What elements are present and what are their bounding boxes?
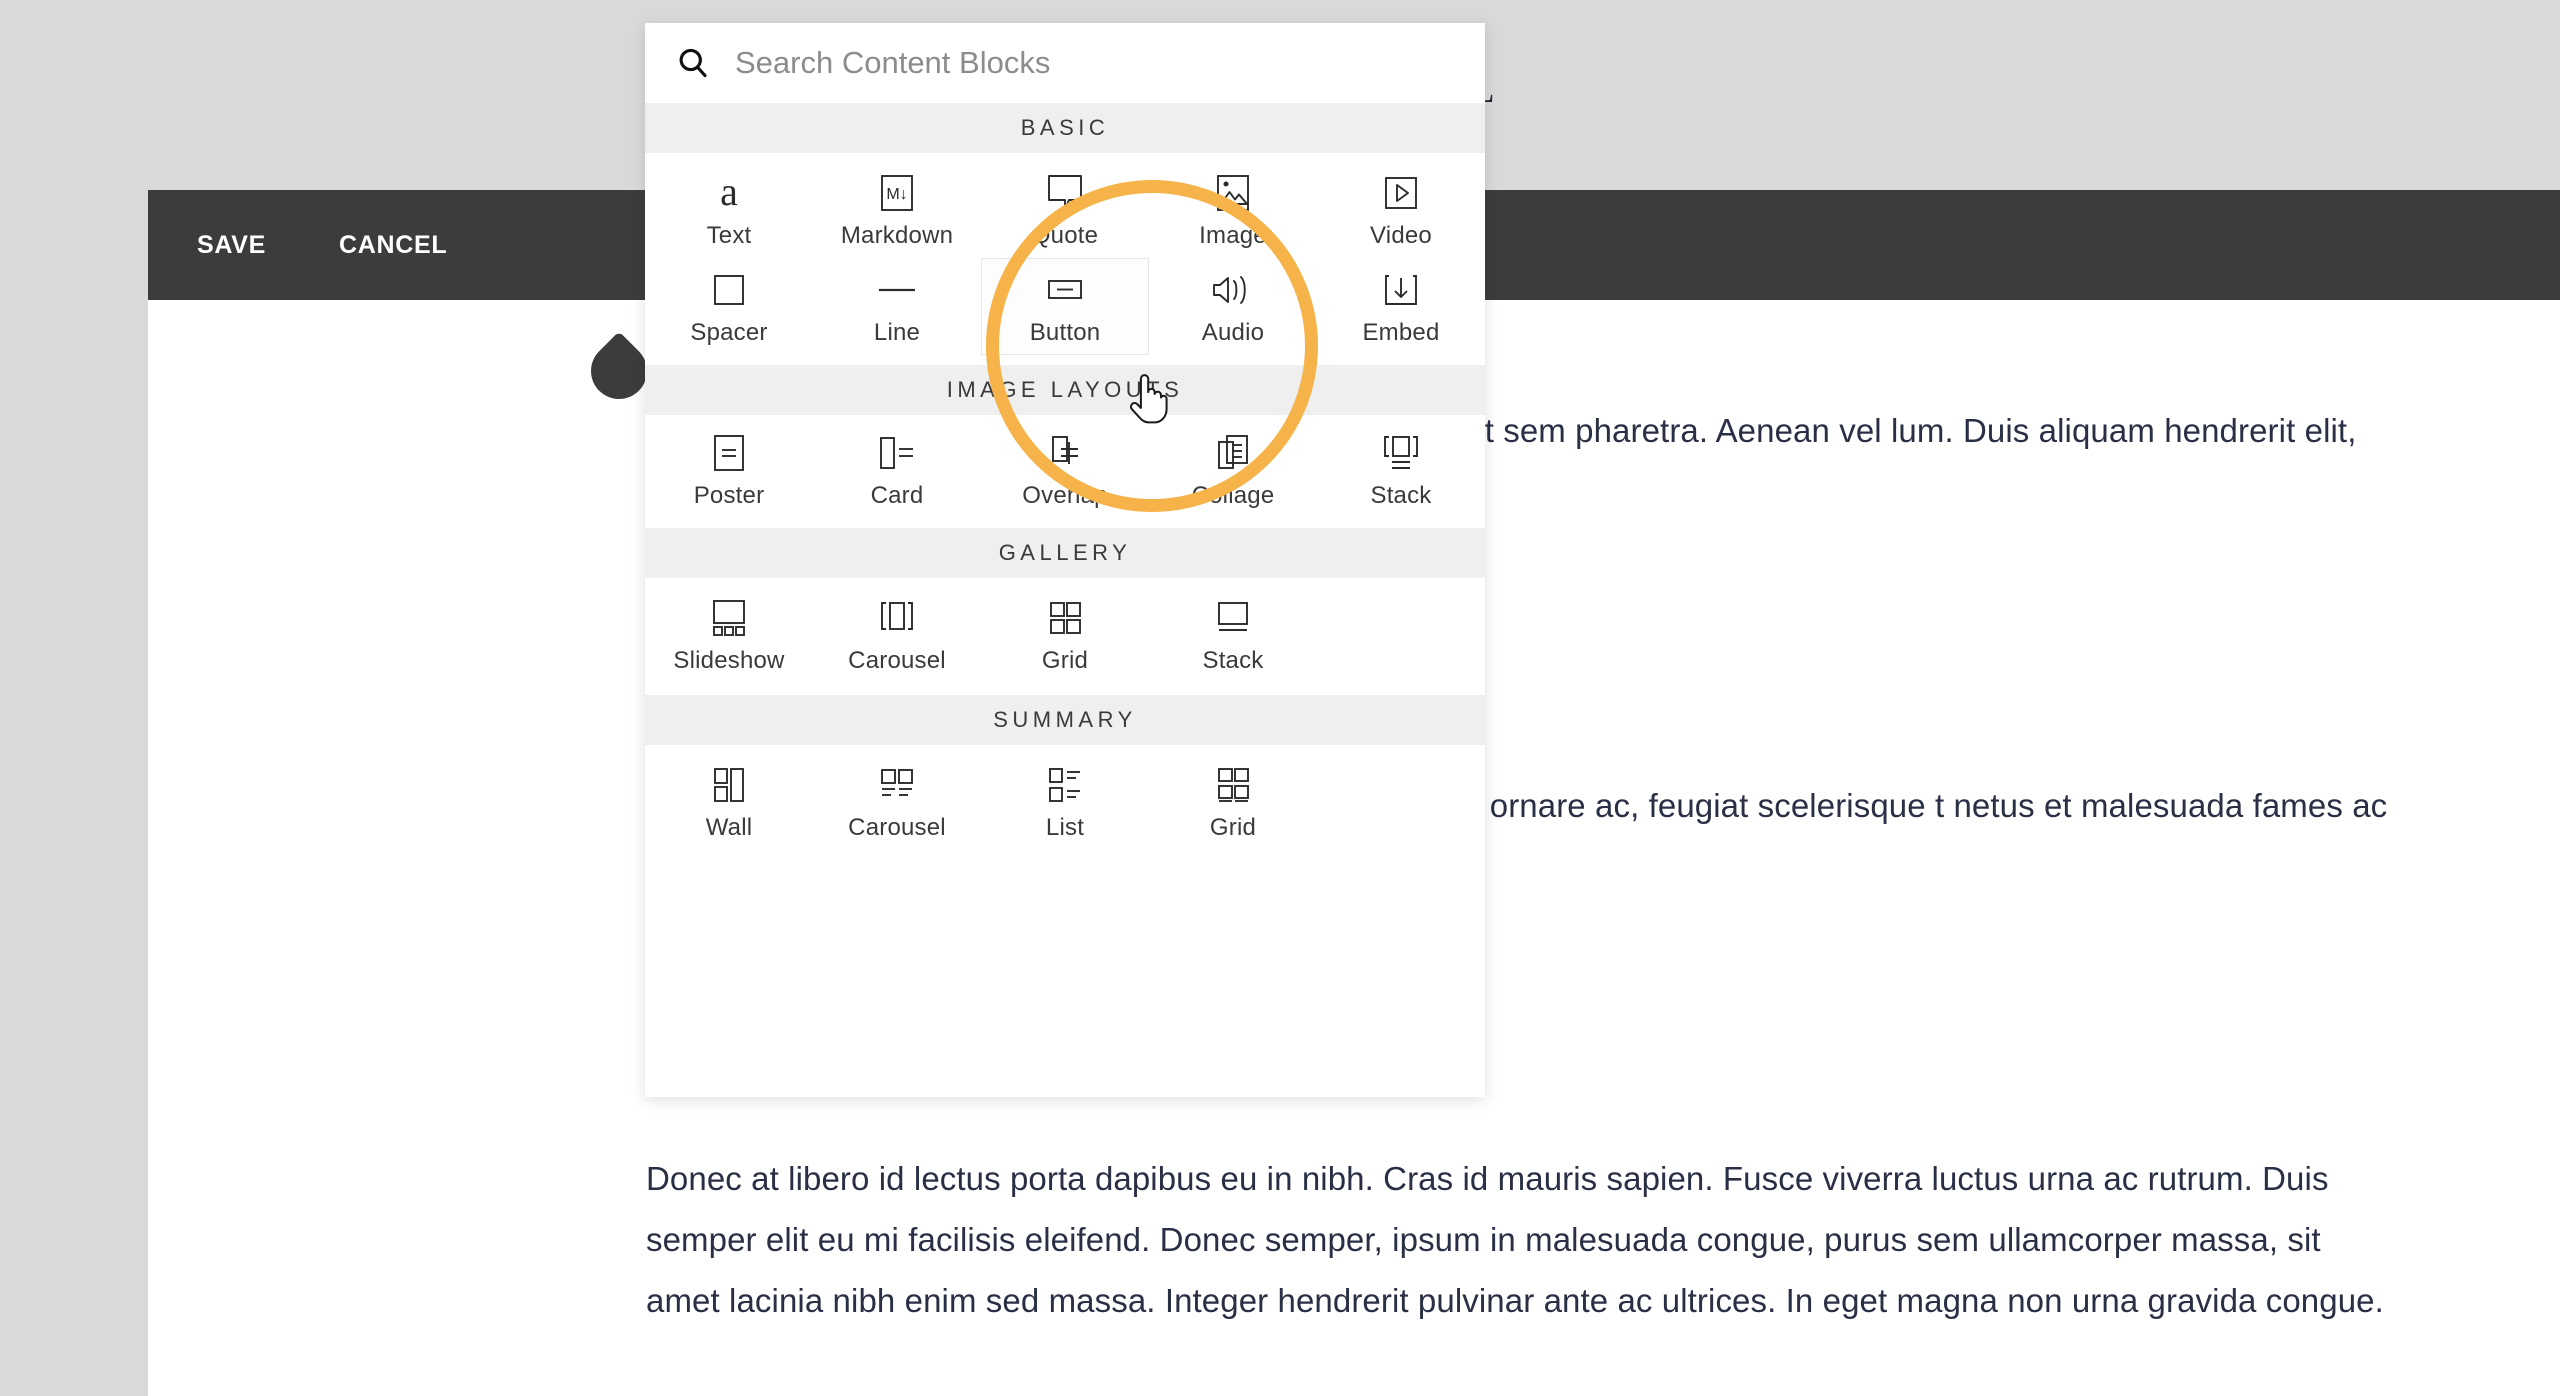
block-option-wall[interactable]: Wall <box>645 755 813 848</box>
block-option-stack[interactable]: Stack <box>1149 588 1317 681</box>
card-icon <box>872 430 922 476</box>
block-option-label: Stack <box>1202 646 1264 674</box>
block-option-audio[interactable]: Audio <box>1149 258 1317 355</box>
stack-icon <box>1375 430 1427 476</box>
text-icon: a <box>709 170 749 216</box>
button-icon <box>1041 267 1089 313</box>
block-option-video[interactable]: Video <box>1317 161 1485 258</box>
spacer-icon <box>707 267 751 313</box>
section-header-image-layouts: IMAGE LAYOUTS <box>645 365 1485 415</box>
block-option-line[interactable]: Line <box>813 258 981 355</box>
block-option-label: Slideshow <box>673 646 785 674</box>
embed-icon <box>1379 267 1423 313</box>
audio-icon <box>1208 267 1258 313</box>
section-header-summary: SUMMARY <box>645 695 1485 745</box>
block-option-quote[interactable]: Quote <box>981 161 1149 258</box>
svg-text:a: a <box>720 171 738 214</box>
summary-carousel-icon <box>873 762 921 808</box>
block-option-card[interactable]: Card <box>813 423 981 516</box>
section-header-basic: BASIC <box>645 103 1485 153</box>
summary-grid-icon <box>1210 762 1256 808</box>
search-row <box>645 23 1485 103</box>
block-option-label: Overlap <box>1022 481 1108 509</box>
content-block-picker: BASIC a Text M↓ Markdown Quote Image Video Space… <box>645 23 1485 1097</box>
block-option-label: Stack <box>1370 481 1432 509</box>
block-grid-summary: Wall Carousel List Grid <box>645 745 1485 876</box>
block-option-overlap[interactable]: Overlap <box>981 423 1149 516</box>
gallery-carousel-icon <box>872 595 922 641</box>
block-option-label: Embed <box>1362 318 1440 346</box>
summary-list-icon <box>1041 762 1089 808</box>
markdown-icon: M↓ <box>875 170 919 216</box>
block-option-label: List <box>1045 813 1085 841</box>
block-option-text[interactable]: a Text <box>645 161 813 258</box>
gallery-stack-icon <box>1210 595 1256 641</box>
block-option-label: Video <box>1370 221 1432 249</box>
block-option-label: Button <box>1029 318 1101 346</box>
block-option-label: Image <box>1199 221 1267 249</box>
block-option-grid[interactable]: Grid <box>981 588 1149 681</box>
section-header-gallery: GALLERY <box>645 528 1485 578</box>
block-option-poster[interactable]: Poster <box>645 423 813 516</box>
screen: CROLL SAVE CANCEL tro’ e odio turpis, im… <box>0 0 2560 1396</box>
save-button[interactable]: SAVE <box>197 231 266 260</box>
image-icon <box>1211 170 1255 216</box>
body-paragraph-3: Donec at libero id lectus porta dapibus … <box>646 1160 2384 1319</box>
block-option-grid[interactable]: Grid <box>1149 755 1317 848</box>
block-option-label: Carousel <box>848 646 946 674</box>
block-option-slideshow[interactable]: Slideshow <box>645 588 813 681</box>
block-option-carousel[interactable]: Carousel <box>813 588 981 681</box>
collage-icon <box>1210 430 1256 476</box>
block-option-label: Card <box>870 481 924 509</box>
block-option-carousel[interactable]: Carousel <box>813 755 981 848</box>
block-option-stack[interactable]: Stack <box>1317 423 1485 516</box>
wall-icon <box>706 762 752 808</box>
block-option-label: Grid <box>1041 646 1089 674</box>
block-option-image[interactable]: Image <box>1149 161 1317 258</box>
block-option-label: Spacer <box>690 318 768 346</box>
block-grid-basic: a Text M↓ Markdown Quote Image Video Spacer Line… <box>645 153 1485 365</box>
video-icon <box>1379 170 1423 216</box>
block-option-spacer[interactable]: Spacer <box>645 258 813 355</box>
block-option-button[interactable]: Button <box>981 258 1149 355</box>
quote-icon <box>1041 170 1089 216</box>
block-option-label: Carousel <box>848 813 946 841</box>
block-option-label: Line <box>873 318 921 346</box>
cancel-button[interactable]: CANCEL <box>339 231 447 260</box>
block-option-label: Quote <box>1031 221 1099 249</box>
block-option-markdown[interactable]: M↓ Markdown <box>813 161 981 258</box>
block-option-embed[interactable]: Embed <box>1317 258 1485 355</box>
slideshow-icon <box>704 595 754 641</box>
block-option-label: Audio <box>1201 318 1265 346</box>
line-icon <box>873 267 921 313</box>
block-option-label: Collage <box>1191 481 1275 509</box>
block-option-list[interactable]: List <box>981 755 1149 848</box>
block-option-label: Text <box>706 221 752 249</box>
svg-text:M↓: M↓ <box>886 186 907 203</box>
block-option-label: Grid <box>1209 813 1257 841</box>
block-option-label: Markdown <box>840 221 954 249</box>
block-option-label: Wall <box>705 813 753 841</box>
overlap-icon <box>1041 430 1089 476</box>
block-grid-gallery: Slideshow Carousel Grid Stack <box>645 578 1485 695</box>
search-icon <box>675 45 711 81</box>
block-option-collage[interactable]: Collage <box>1149 423 1317 516</box>
poster-icon <box>706 430 752 476</box>
block-option-label: Poster <box>693 481 765 509</box>
gallery-grid-icon <box>1042 595 1088 641</box>
search-input[interactable] <box>735 45 1485 81</box>
block-grid-image-layouts: Poster Card Overlap Collage Stack <box>645 415 1485 528</box>
picker-sections: BASIC a Text M↓ Markdown Quote Image Video Space… <box>645 103 1485 876</box>
